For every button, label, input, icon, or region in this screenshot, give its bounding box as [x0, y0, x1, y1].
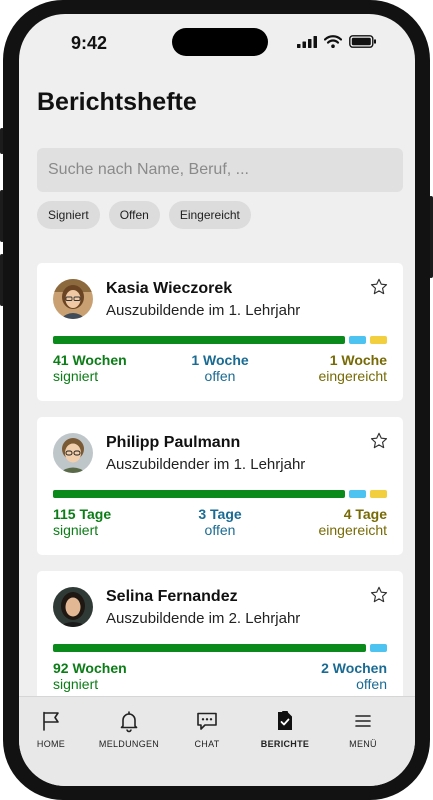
wifi-icon [324, 35, 342, 48]
filter-chip-offen[interactable]: Offen [108, 201, 160, 229]
stat-open-value: 3 Tage [198, 506, 242, 522]
stat-submitted: 4 Tage eingereicht [319, 506, 388, 538]
progress-segment-signed [53, 490, 346, 498]
progress-segment-signed [53, 336, 346, 344]
star-icon[interactable] [369, 431, 389, 451]
phone-device: 9:42 Berichtshefte Suche nach Name, Beru… [0, 0, 433, 800]
status-time: 9:42 [71, 33, 108, 53]
tab-label: CHAT [194, 739, 220, 749]
stat-submitted-value: 1 Woche [329, 352, 387, 368]
avatar [53, 433, 93, 473]
stat-signed-label: signiert [53, 368, 99, 384]
stat-open-value: 1 Woche [191, 352, 249, 368]
stat-open: 3 Tage offen [170, 506, 270, 538]
status-icons [297, 35, 377, 48]
hamburger-menu-icon [355, 715, 371, 727]
trainee-role: Auszubildende im 1. Lehrjahr [106, 302, 301, 319]
avatar [53, 587, 93, 627]
progress-bar [53, 644, 387, 652]
bell-icon [120, 711, 138, 733]
trainee-name: Selina Fernandez [106, 588, 238, 605]
stat-submitted-value: 4 Tage [343, 506, 387, 522]
stat-open: 1 Woche offen [170, 352, 270, 384]
tab-label: HOME [36, 739, 66, 749]
progress-segment-open [349, 336, 367, 344]
trainee-card[interactable]: Kasia Wieczorek Auszubildende im 1. Lehr… [37, 263, 403, 401]
tab-berichte[interactable]: BERICHTE [245, 709, 325, 749]
avatar [53, 279, 93, 319]
progress-segment-open [370, 644, 387, 652]
stat-submitted-label: eingereicht [318, 522, 388, 538]
stats-row: 41 Wochen signiert 1 Woche offen 1 Woche… [53, 352, 387, 384]
chat-bubble-icon [197, 712, 217, 730]
stat-open-label: offen [204, 368, 236, 384]
stat-signed-label: signiert [53, 522, 99, 538]
dynamic-island [172, 28, 268, 56]
filter-chips: Signiert Offen Eingereicht [37, 201, 251, 229]
tab-menu[interactable]: MENÜ [323, 709, 403, 749]
tab-label: BERICHTE [260, 739, 310, 749]
flag-icon [43, 711, 59, 731]
bottom-tab-bar: HOME MELDUNGEN CHAT BERICHTE MENÜ [19, 696, 415, 786]
tab-home[interactable]: HOME [19, 709, 91, 749]
star-icon[interactable] [369, 585, 389, 605]
stat-submitted-label: eingereicht [318, 368, 388, 384]
stat-open-label: offen [356, 676, 387, 692]
progress-bar [53, 336, 387, 344]
stat-open-label: offen [204, 522, 236, 538]
progress-bar [53, 490, 387, 498]
progress-segment-submitted [370, 490, 387, 498]
document-check-icon [278, 711, 292, 730]
stat-signed-value: 115 Tage [53, 506, 112, 522]
stat-signed-label: signiert [53, 676, 99, 692]
filter-chip-eingereicht[interactable]: Eingereicht [168, 201, 251, 229]
trainee-name: Philipp Paulmann [106, 434, 241, 451]
stat-submitted: 1 Woche eingereicht [319, 352, 388, 384]
trainee-card[interactable]: Philipp Paulmann Auszubildender im 1. Le… [37, 417, 403, 555]
app-screen: 9:42 Berichtshefte Suche nach Name, Beru… [19, 14, 415, 786]
stat-open: 2 Wochen offen [321, 660, 387, 692]
trainee-name: Kasia Wieczorek [106, 280, 233, 297]
stat-signed: 115 Tage signiert [53, 506, 111, 538]
stat-signed-value: 41 Wochen [53, 352, 127, 368]
trainee-role: Auszubildender im 1. Lehrjahr [106, 456, 306, 473]
star-icon[interactable] [369, 277, 389, 297]
cellular-signal-icon [297, 35, 317, 48]
progress-segment-signed [53, 644, 367, 652]
tab-label: MELDUNGEN [98, 739, 160, 749]
tab-label: MENÜ [349, 739, 377, 749]
stats-row: 115 Tage signiert 3 Tage offen 4 Tage ei… [53, 506, 387, 538]
trainee-role: Auszubildende im 2. Lehrjahr [106, 610, 301, 627]
stat-signed-value: 92 Wochen [53, 660, 127, 676]
status-bar: 9:42 [19, 14, 415, 64]
battery-icon [349, 35, 376, 48]
stat-open-value: 2 Wochen [321, 660, 387, 676]
stat-signed: 41 Wochen signiert [53, 352, 127, 384]
tab-chat[interactable]: CHAT [167, 709, 247, 749]
progress-segment-submitted [370, 336, 387, 344]
trainee-card[interactable]: Selina Fernandez Auszubildende im 2. Leh… [37, 571, 403, 709]
stat-signed: 92 Wochen signiert [53, 660, 127, 692]
page-title: Berichtshefte [37, 88, 197, 116]
tab-meldungen[interactable]: MELDUNGEN [89, 709, 169, 749]
search-input[interactable] [37, 148, 403, 192]
stats-row: 92 Wochen signiert 2 Wochen offen [53, 660, 387, 692]
filter-chip-signiert[interactable]: Signiert [37, 201, 100, 229]
progress-segment-open [349, 490, 367, 498]
